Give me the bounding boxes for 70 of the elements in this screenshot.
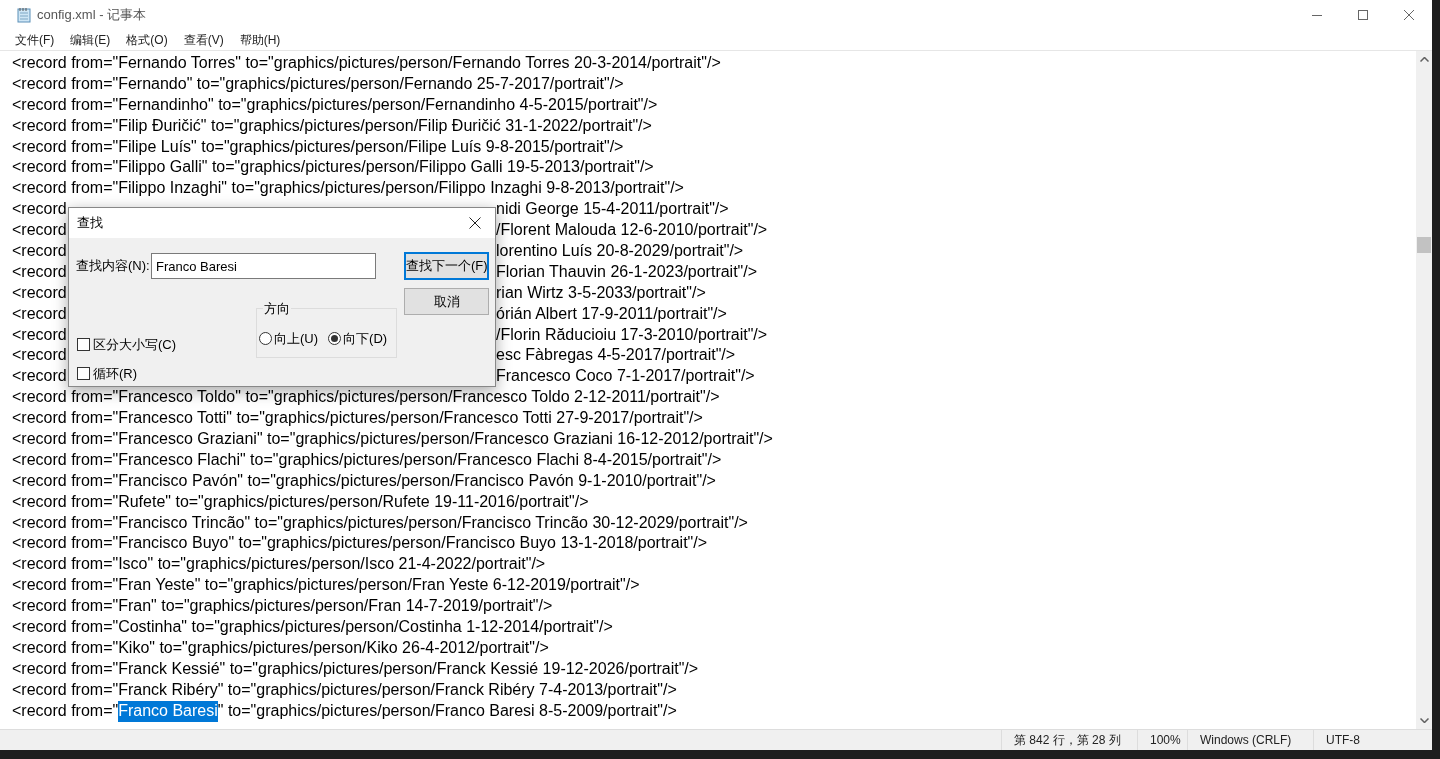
window-title: config.xml - 记事本: [37, 6, 147, 25]
menu-item[interactable]: 编辑(E): [63, 31, 118, 49]
code-line: <record from="Rufete" to="graphics/pictures/person/Rufete 19-11-2016/portrait"/>: [12, 492, 589, 510]
code-line: <record: [12, 345, 68, 366]
code-line: <record from="Fran" to="graphics/pictures/person/Fran 14-7-2019/portrait"/>: [12, 597, 553, 615]
code-line: <record from="Costinha" to="graphics/pictures/person/Costinha 1-12-2014/portrait"/>: [12, 618, 613, 636]
code-line: <record from="Fernandinho" to="graphics/pictures/person/Fernandinho 4-5-2015/portrait"/>: [12, 95, 658, 113]
status-text: Windows (CRLF): [1200, 732, 1292, 749]
code-line: <record from="Franck Kessié" to="graphics/pictures/person/Franck Kessié 19-12-2026/portrait"/>: [12, 659, 699, 677]
code-line: <record from="Francisco Trincão" to="graphics/pictures/person/Francisco Trincão 30-12-2029/portrait"/>: [12, 513, 748, 531]
code-line: <record from="Fernando Torres" to="graphics/pictures/person/Fernando Torres 20-3-2014/portrait"/>: [12, 54, 721, 71]
find-next-button[interactable]: 查找下一个(F): [404, 252, 489, 280]
menu-item[interactable]: 查看(V): [176, 31, 231, 49]
dialog-title: 查找: [77, 214, 103, 233]
menu-item[interactable]: 格式(O): [119, 31, 175, 49]
status-text: 第 842 行，第 28 列: [1014, 732, 1121, 749]
notepad-icon: [17, 7, 31, 23]
code-line: <record from="Francisco Pavón" to="graphics/pictures/person/Francisco Pavón 9-1-2010/portrait"/>: [12, 471, 716, 489]
code-line: <record from="Francesco Flachi" to="graphics/pictures/person/Francesco Flachi 8-4-2015/portrait"/>: [12, 450, 722, 468]
scroll-down-icon[interactable]: [1419, 718, 1429, 723]
direction-radio[interactable]: 向下(D): [328, 329, 388, 349]
code-line: <record: [12, 324, 68, 345]
code-line: <record from="Filipe Luís" to="graphics/pictures/person/Filipe Luís 9-8-2015/portrait"/>: [12, 137, 624, 155]
option-checkbox[interactable]: 区分大小写(C): [77, 335, 177, 355]
code-text: <record from=": [12, 700, 119, 721]
find-input-field[interactable]: Franco Baresi: [151, 253, 376, 279]
code-line: <record: [12, 241, 68, 261]
code-line: <record from="Francesco Toldo" to="graphics/pictures/person/Francesco Toldo 2-12-2011/portrait"/>: [12, 388, 720, 406]
option-checkbox[interactable]: 循环(R): [77, 364, 138, 384]
code-line: <record from="Fernando" to="graphics/pictures/person/Fernando 25-7-2017/portrait"/>: [12, 74, 624, 92]
code-line: /Florin Răducioiu 17-3-2010/portrait"/>: [496, 324, 768, 345]
code-line: rian Wirtz 3-5-2033/portrait"/>: [496, 282, 706, 303]
code-line: esc Fàbregas 4-5-2017/portrait"/>: [496, 345, 736, 366]
direction-radio[interactable]: 向上(U): [259, 329, 319, 349]
code-line: <record: [12, 199, 68, 220]
code-line: <record from="Francisco Buyo" to="graphics/pictures/person/Francisco Buyo 13-1-2018/portrait"/>: [12, 534, 708, 552]
cancel-button[interactable]: 取消: [404, 288, 489, 315]
code-line: <record: [12, 303, 68, 324]
close-icon: [469, 217, 481, 229]
code-line: <record from="Francesco Totti" to="graphics/pictures/person/Francesco Totti 27-9-2017/portrait"/>: [12, 409, 703, 427]
menu-item[interactable]: 文件(F): [8, 31, 62, 49]
status-text: UTF-8: [1326, 732, 1360, 749]
status-text: 100%: [1150, 732, 1181, 749]
code-line: nidi George 15-4-2011/portrait"/>: [496, 199, 729, 220]
code-text: " to="graphics/pictures/person/Franco Baresi 8-5-2009/portrait"/>: [217, 700, 677, 721]
code-line: <record from="Francesco Graziani" to="graphics/pictures/person/Francesco Graziani 16-12-2012/portrait"/>: [12, 430, 773, 448]
code-line: Florian Thauvin 26-1-2023/portrait"/>: [496, 261, 758, 282]
code-line: <record: [12, 220, 68, 241]
code-line: <record from="Isco" to="graphics/pictures/person/Isco 21-4-2022/portrait"/>: [12, 555, 546, 573]
code-line: <record: [12, 261, 68, 282]
code-line: <record from="Franck Ribéry" to="graphics/pictures/person/Franck Ribéry 7-4-2013/portrait"/>: [12, 680, 677, 698]
code-line: <record: [12, 282, 68, 303]
minimize-icon: [1312, 14, 1322, 16]
code-line: <record from="Filippo Galli" to="graphics/pictures/person/Filippo Galli 19-5-2013/portrait"/>: [12, 158, 654, 176]
find-label: 查找内容(N):: [76, 257, 151, 276]
code-line: <record from="Fran Yeste" to="graphics/pictures/person/Fran Yeste 6-12-2019/portrait"/>: [12, 576, 640, 594]
code-line: Francesco Coco 7-1-2017/portrait"/>: [496, 366, 755, 387]
close-icon: [1404, 10, 1414, 20]
code-line: /Florent Malouda 12-6-2010/portrait"/>: [496, 220, 768, 241]
scroll-thumb[interactable]: [1417, 237, 1431, 253]
code-line: <record from="Filippo Inzaghi" to="graphics/pictures/person/Filippo Inzaghi 9-8-2013/portrait"/>: [12, 179, 684, 197]
maximize-icon: [1358, 10, 1368, 20]
code-line: órián Albert 17-9-2011/portrait"/>: [496, 303, 727, 324]
scroll-up-icon[interactable]: [1419, 57, 1429, 62]
selected-text: Franco Baresi: [118, 700, 218, 722]
code-line: <record: [12, 366, 68, 387]
code-line: <record from="Filip Đuričić" to="graphics/pictures/person/Filip Đuričić 31-1-2022/portrait"/>: [12, 116, 652, 134]
menu-item[interactable]: 帮助(H): [232, 31, 288, 49]
code-line: <record from="Kiko" to="graphics/pictures/person/Kiko 26-4-2012/portrait"/>: [12, 638, 549, 656]
code-line: lorentino Luís 20-8-2029/portrait"/>: [496, 241, 744, 261]
